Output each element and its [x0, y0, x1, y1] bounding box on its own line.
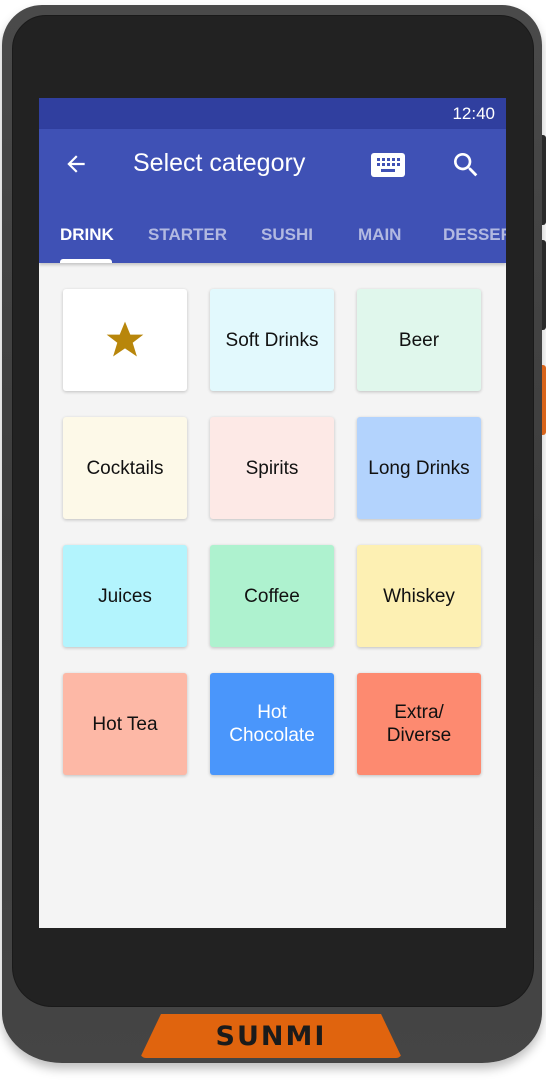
status-time: 12:40: [452, 103, 495, 123]
app-screen: 12:40 Select category DRINK STARTER SUSH…: [39, 98, 506, 928]
category-label: Hot Tea: [92, 713, 158, 735]
brand-logo: SUNMI: [215, 1020, 327, 1052]
search-button[interactable]: [450, 149, 482, 181]
category-tile[interactable]: Juices: [63, 545, 187, 647]
category-tabs: DRINK STARTER SUSHI MAIN DESSERT: [39, 219, 506, 263]
category-label: Coffee: [244, 585, 300, 607]
category-label: Whiskey: [383, 585, 455, 607]
category-tile[interactable]: Extra/ Diverse: [357, 673, 481, 775]
scan-button: [542, 365, 546, 435]
category-label: Long Drinks: [368, 457, 470, 479]
toolbar: Select category: [39, 129, 506, 199]
tab-sushi[interactable]: SUSHI: [261, 225, 313, 245]
category-label: Soft Drinks: [225, 329, 319, 351]
tab-starter[interactable]: STARTER: [148, 225, 227, 245]
volume-button: [542, 240, 546, 330]
app-bar: Select category DRINK STARTER SUSHI MAIN…: [39, 129, 506, 263]
category-tile[interactable]: Whiskey: [357, 545, 481, 647]
category-label: Beer: [398, 329, 440, 351]
category-tile[interactable]: Beer: [357, 289, 481, 391]
keyboard-button[interactable]: [370, 152, 406, 178]
arrow-left-icon: [67, 155, 85, 173]
category-tile[interactable]: Coffee: [210, 545, 334, 647]
category-tile-favorites[interactable]: [63, 289, 187, 391]
category-tile[interactable]: Spirits: [210, 417, 334, 519]
category-tile[interactable]: Hot Tea: [63, 673, 187, 775]
keyboard-icon: [371, 153, 405, 177]
category-label: Juices: [98, 585, 152, 607]
power-button: [542, 135, 546, 225]
category-label: Extra/ Diverse: [386, 702, 452, 746]
tab-drink[interactable]: DRINK: [60, 225, 114, 245]
status-bar: 12:40: [39, 98, 506, 129]
category-label: Hot Chocolate: [229, 702, 315, 746]
category-tile[interactable]: Long Drinks: [357, 417, 481, 519]
category-label: Cocktails: [86, 457, 164, 479]
brand-plate: SUNMI: [140, 1014, 402, 1058]
category-tile[interactable]: Soft Drinks: [210, 289, 334, 391]
tab-dessert[interactable]: DESSERT: [443, 225, 506, 245]
back-button[interactable]: [63, 151, 89, 177]
star-icon: [106, 321, 144, 357]
category-tile[interactable]: Hot Chocolate: [210, 673, 334, 775]
search-icon: [454, 153, 478, 177]
tab-indicator: [60, 259, 112, 263]
page-title: Select category: [133, 149, 306, 177]
tab-main[interactable]: MAIN: [358, 225, 401, 245]
category-tile[interactable]: Cocktails: [63, 417, 187, 519]
category-label: Spirits: [245, 457, 299, 479]
